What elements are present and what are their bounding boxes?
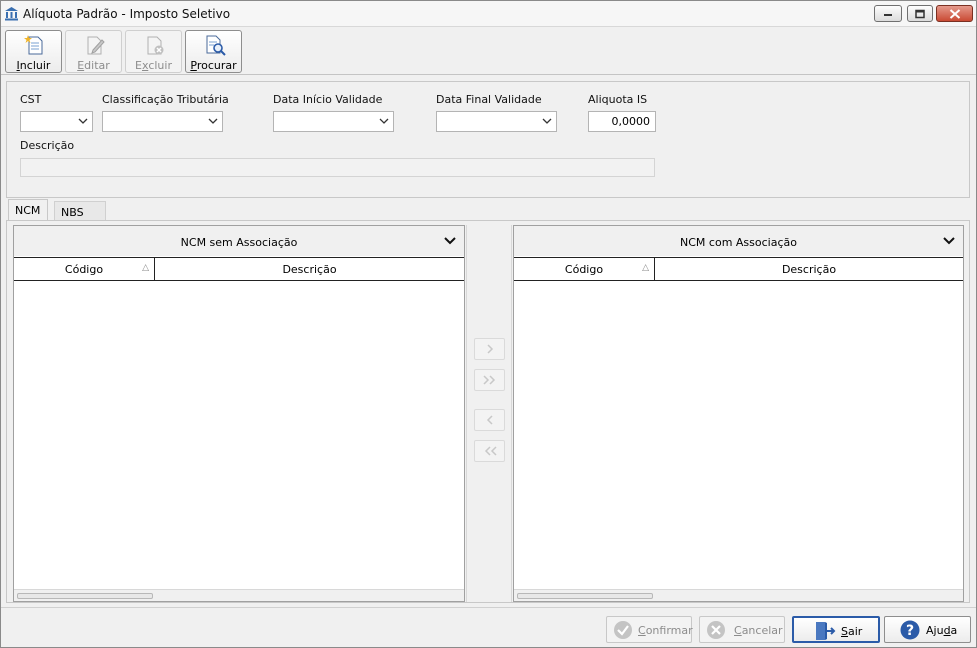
tab-content-ncm: NCM sem Associação Código △ Descrição NC… <box>6 220 970 603</box>
excluir-label: cluir <box>148 59 172 72</box>
check-circle-icon <box>614 621 632 639</box>
column-header-codigo-label: Código <box>64 263 104 276</box>
sort-ascending-icon: △ <box>142 263 149 273</box>
classificacao-label: Classificação Tributária <box>102 93 229 106</box>
column-header-codigo-label: Código <box>564 263 604 276</box>
chevron-down-icon[interactable] <box>943 237 955 245</box>
sair-button[interactable]: Sair <box>792 616 880 643</box>
horizontal-scrollbar[interactable] <box>14 589 464 601</box>
confirmar-label: onfirmar <box>645 624 693 637</box>
main-window: Alíquota Padrão - Imposto Seletivo Inclu… <box>0 0 977 648</box>
close-button[interactable] <box>936 5 973 22</box>
title-bar[interactable]: Alíquota Padrão - Imposto Seletivo <box>1 1 976 27</box>
horizontal-scrollbar[interactable] <box>514 589 963 601</box>
tab-ncm[interactable]: NCM <box>8 199 48 222</box>
new-document-icon <box>24 35 43 55</box>
excluir-button[interactable]: Excluir <box>125 30 182 73</box>
ncm-com-associacao-header: NCM com Associação <box>514 226 963 256</box>
column-header-codigo[interactable]: Código △ <box>14 258 155 280</box>
move-left-icon <box>486 415 493 425</box>
search-document-icon <box>206 35 226 56</box>
ncm-sem-associacao-title: NCM sem Associação <box>180 236 298 249</box>
column-header-descricao[interactable]: Descrição <box>155 258 464 280</box>
scrollbar-thumb[interactable] <box>17 593 153 599</box>
procurar-label: rocurar <box>196 59 237 72</box>
data-inicio-select[interactable] <box>273 111 394 132</box>
chevron-down-icon <box>208 118 218 124</box>
sair-accel: S <box>841 625 848 638</box>
data-inicio-label: Data Início Validade <box>273 93 383 106</box>
ncm-com-associacao-panel: NCM com Associação Código △ Descrição <box>513 225 964 602</box>
incluir-label: ncluir <box>19 59 51 72</box>
move-right-button[interactable] <box>474 338 505 360</box>
sair-label: air <box>847 625 863 638</box>
toolbar: Incluir Editar Excluir Procurar <box>1 27 976 75</box>
close-icon <box>949 8 960 19</box>
tab-nbs[interactable]: NBS <box>54 201 106 222</box>
cancelar-label: ancelar <box>741 624 783 637</box>
svg-text:?: ? <box>906 623 914 639</box>
move-left-button[interactable] <box>474 409 505 431</box>
cancelar-button[interactable]: Cancelar <box>699 616 785 643</box>
aliquota-input[interactable]: 0,0000 <box>588 111 656 132</box>
footer-bar: Confirmar Cancelar Sair ? Ajuda <box>1 607 976 647</box>
move-all-left-icon <box>484 446 497 456</box>
confirmar-button[interactable]: Confirmar <box>606 616 693 643</box>
move-all-right-button[interactable] <box>474 369 505 391</box>
column-header-descricao-label: Descrição <box>781 263 837 276</box>
window-title: Alíquota Padrão - Imposto Seletivo <box>23 7 231 21</box>
column-header-row: Código △ Descrição <box>514 257 963 281</box>
tab-strip: NBS NCM <box>6 197 970 222</box>
minimize-icon <box>884 13 892 16</box>
procurar-button[interactable]: Procurar <box>185 30 242 73</box>
scrollbar-thumb[interactable] <box>517 593 653 599</box>
column-header-codigo[interactable]: Código △ <box>514 258 655 280</box>
chevron-down-icon[interactable] <box>444 237 456 245</box>
column-header-descricao[interactable]: Descrição <box>655 258 963 280</box>
data-final-select[interactable] <box>436 111 557 132</box>
delete-document-icon <box>147 36 164 55</box>
ajuda-pre: Aju <box>926 624 944 637</box>
incluir-button[interactable]: Incluir <box>5 30 62 73</box>
column-header-row: Código △ Descrição <box>14 257 464 281</box>
maximize-button[interactable] <box>907 5 933 22</box>
chevron-down-icon <box>78 118 88 124</box>
descricao-field[interactable] <box>20 158 655 177</box>
filter-panel: CST Classificação Tributária Data Início… <box>6 81 970 197</box>
chevron-down-icon <box>542 118 552 124</box>
exit-door-icon <box>816 622 836 640</box>
data-final-label: Data Final Validade <box>436 93 542 106</box>
maximize-icon <box>915 9 925 18</box>
minimize-button[interactable] <box>874 5 902 22</box>
editar-button[interactable]: Editar <box>65 30 122 73</box>
ncm-sem-associacao-panel: NCM sem Associação Código △ Descrição <box>13 225 465 602</box>
aliquota-label: Aliquota IS <box>588 93 648 106</box>
help-circle-icon: ? <box>900 620 920 640</box>
chevron-down-icon <box>379 118 389 124</box>
cst-select[interactable] <box>20 111 93 132</box>
transfer-buttons <box>466 225 512 602</box>
building-columns-icon <box>5 7 18 21</box>
ajuda-accel: d <box>943 624 951 637</box>
ncm-sem-associacao-header: NCM sem Associação <box>14 226 464 256</box>
confirmar-accel: C <box>638 624 646 637</box>
column-header-descricao-label: Descrição <box>282 263 337 276</box>
editar-label: ditar <box>84 59 110 72</box>
cancelar-accel: C <box>734 624 742 637</box>
ncm-com-associacao-title: NCM com Associação <box>680 236 797 249</box>
cst-label: CST <box>20 93 42 106</box>
ajuda-label: a <box>950 624 958 637</box>
sort-ascending-icon: △ <box>642 263 649 273</box>
ajuda-button[interactable]: ? Ajuda <box>884 616 971 643</box>
move-all-right-icon <box>482 375 495 385</box>
edit-document-icon <box>87 36 105 55</box>
x-circle-icon <box>707 621 725 639</box>
descricao-label: Descrição <box>20 139 75 152</box>
classificacao-select[interactable] <box>102 111 223 132</box>
excluir-pre: E <box>135 59 142 72</box>
move-all-left-button[interactable] <box>474 440 505 462</box>
move-right-icon <box>486 344 493 354</box>
